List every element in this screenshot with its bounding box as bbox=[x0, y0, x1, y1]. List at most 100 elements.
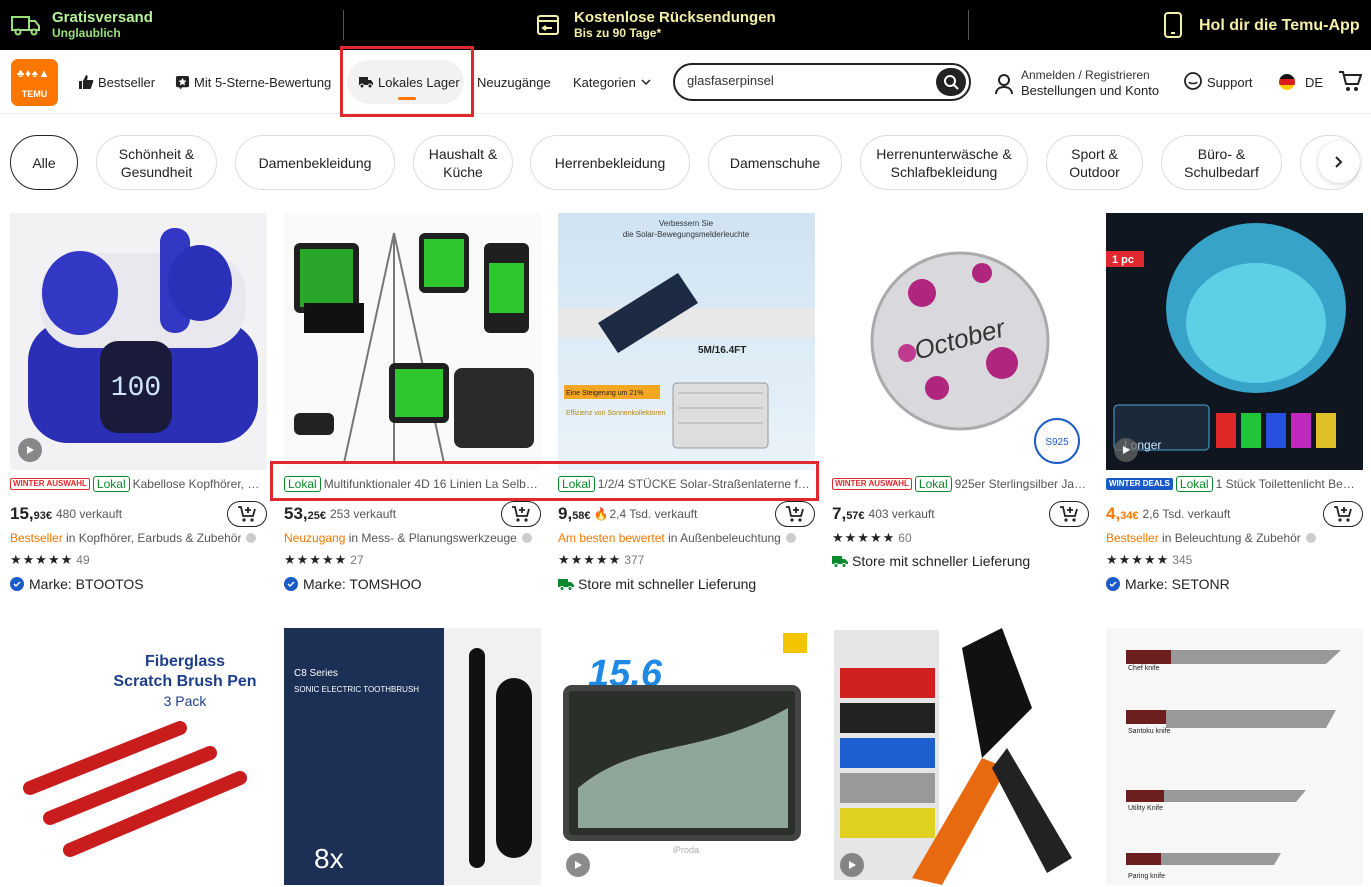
language-selector[interactable]: DE bbox=[1278, 70, 1323, 94]
add-to-cart-button[interactable] bbox=[775, 501, 815, 527]
category-chip-all[interactable]: Alle bbox=[10, 135, 78, 190]
category-chip-beauty[interactable]: Schönheit & Gesundheit bbox=[96, 135, 217, 190]
charm-image: October S925 bbox=[870, 251, 1080, 464]
product-title[interactable]: 1 Stück Toilettenlicht Bewegungsmelder bbox=[1216, 477, 1363, 491]
nav-categories[interactable]: Kategorien bbox=[573, 70, 655, 94]
play-video-icon[interactable] bbox=[566, 853, 590, 877]
get-app-promo[interactable]: Hol dir die Temu-App bbox=[1163, 0, 1360, 50]
free-returns-subtitle: Bis zu 90 Tage* bbox=[574, 26, 662, 40]
category-chip-womens-shoes[interactable]: Damenschuhe bbox=[708, 135, 842, 190]
free-returns-promo[interactable]: Kostenlose Rücksendungen Bis zu 90 Tage* bbox=[536, 0, 776, 50]
chevron-right-icon bbox=[1335, 156, 1343, 168]
brand-row[interactable]: Marke: BTOOTOS bbox=[10, 574, 267, 594]
play-video-icon[interactable] bbox=[840, 853, 864, 877]
search-icon bbox=[944, 75, 959, 90]
product-card[interactable]: 100 WINTER AUSWAHL Lokal Kabellose Kopfh… bbox=[10, 213, 267, 592]
product-title[interactable]: 925er Sterlingsilber Jan-Dez Geburtsmona… bbox=[955, 477, 1089, 491]
ranking-label: Am besten bewertet bbox=[558, 531, 665, 545]
product-image[interactable]: 1 pc Longer bbox=[1106, 213, 1363, 470]
product-card[interactable]: October S925 WINTER AUSWAHL Lokal 925er … bbox=[832, 213, 1089, 569]
add-to-cart-button[interactable] bbox=[1049, 501, 1089, 527]
ranking-category: in Mess- & Planungswerkzeuge bbox=[348, 531, 517, 545]
earbuds-image: 100 bbox=[28, 228, 258, 443]
search-button[interactable] bbox=[936, 68, 966, 96]
fast-delivery-row[interactable]: Store mit schneller Lieferung bbox=[558, 574, 815, 594]
sold-count: 403 verkauft bbox=[868, 507, 935, 521]
free-shipping-title: Gratisversand bbox=[52, 9, 153, 26]
annotation-1: Eine Steigerung um 21% bbox=[566, 390, 643, 397]
category-chip-sport[interactable]: Sport & Outdoor bbox=[1046, 135, 1143, 190]
fast-delivery-row[interactable]: Store mit schneller Lieferung bbox=[832, 551, 1089, 571]
category-chip-office[interactable]: Büro- & Schulbedarf bbox=[1161, 135, 1282, 190]
product-card[interactable]: C8 Series SONIC ELECTRIC TOOTHBRUSH 8x bbox=[284, 628, 541, 887]
search-box bbox=[673, 63, 971, 101]
review-count: 345 bbox=[1172, 553, 1193, 567]
add-to-cart-button[interactable] bbox=[1323, 501, 1363, 527]
account-menu[interactable]: Anmelden / Registrieren Bestellungen und… bbox=[994, 68, 1159, 99]
add-to-cart-button[interactable] bbox=[501, 501, 541, 527]
product-image[interactable]: Verbessern Sie die Solar-Bewegungsmelder… bbox=[558, 213, 815, 470]
free-shipping-subtitle: Unglaublich bbox=[52, 26, 121, 40]
nav-five-star[interactable]: Mit 5-Sterne-Bewertung bbox=[175, 70, 331, 94]
star-badge-icon bbox=[175, 75, 190, 89]
product-title[interactable]: Kabellose Kopfhörer, Kabellose Bluetooth… bbox=[133, 477, 267, 491]
nav-local-warehouse-label: Lokales Lager bbox=[378, 74, 460, 90]
product-title[interactable]: Multifunktionaler 4D 16 Linien La Selbst… bbox=[324, 477, 541, 491]
winter-deals-badge: WINTER DEALS bbox=[1106, 478, 1173, 490]
cart-button[interactable] bbox=[1338, 69, 1366, 93]
price-decimal: 58€ bbox=[572, 510, 591, 522]
product-card[interactable]: Chef knife Santoku knife Utility Knife P… bbox=[1106, 628, 1363, 887]
distance-label: 5M/16.4FT bbox=[698, 345, 746, 356]
product-image[interactable]: Chef knife Santoku knife Utility Knife P… bbox=[1106, 628, 1363, 885]
search-input[interactable] bbox=[687, 73, 917, 88]
svg-text:100: 100 bbox=[111, 373, 161, 404]
nav-local-warehouse[interactable]: Lokales Lager bbox=[358, 70, 460, 94]
delivery-truck-icon bbox=[558, 578, 574, 591]
product-card[interactable]: Verbessern Sie die Solar-Bewegungsmelder… bbox=[558, 213, 815, 592]
product-card[interactable] bbox=[832, 628, 1089, 887]
price: 15,93€ bbox=[10, 504, 52, 524]
info-icon bbox=[785, 533, 796, 543]
add-to-cart-button[interactable] bbox=[227, 501, 267, 527]
temu-logo[interactable]: ♣♦♠▲ TEMU bbox=[11, 59, 58, 106]
nav-bestseller[interactable]: Bestseller bbox=[78, 70, 155, 94]
product-image[interactable]: 15.6 iProda bbox=[558, 628, 815, 885]
product-image[interactable]: October S925 bbox=[832, 213, 1089, 470]
product-image[interactable]: C8 Series SONIC ELECTRIC TOOTHBRUSH 8x bbox=[284, 628, 541, 885]
brand-row[interactable]: Marke: TOMSHOO bbox=[284, 574, 541, 594]
product-image[interactable]: 100 bbox=[10, 213, 267, 470]
free-shipping-promo[interactable]: Gratisversand Unglaublich bbox=[10, 0, 153, 50]
category-chip-mens-underwear[interactable]: Herrenunterwäsche & Schlafbekleidung bbox=[860, 135, 1028, 190]
nav-new-arrivals[interactable]: Neuzugänge bbox=[477, 70, 551, 94]
category-chip-womens-clothing[interactable]: Damenbekleidung bbox=[235, 135, 395, 190]
product-card[interactable]: Lokal Multifunktionaler 4D 16 Linien La … bbox=[284, 213, 541, 592]
product-title[interactable]: 1/2/4 STÜCKE Solar-Straßenlaterne für de… bbox=[598, 477, 815, 491]
ranking-row[interactable]: Bestseller in Beleuchtung & Zubehör bbox=[1106, 529, 1363, 547]
product-card[interactable]: 1 pc Longer WINTER DEALS Lokal 1 Stück T… bbox=[1106, 213, 1363, 592]
category-chip-home-kitchen[interactable]: Haushalt & Küche bbox=[413, 135, 513, 190]
product-title-row: Lokal 1/2/4 STÜCKE Solar-Straßenlaterne … bbox=[558, 475, 815, 493]
rating-row: ★★★★★ 49 bbox=[10, 551, 267, 569]
silver-seal: S925 bbox=[1045, 437, 1069, 448]
product-card[interactable]: Fiberglass Scratch Brush Pen 3 Pack bbox=[10, 628, 267, 887]
fast-delivery-label: Store mit schneller Lieferung bbox=[852, 553, 1031, 569]
active-tab-indicator bbox=[398, 97, 416, 100]
local-badge: Lokal bbox=[284, 476, 321, 492]
product-image[interactable]: Fiberglass Scratch Brush Pen 3 Pack bbox=[10, 628, 267, 885]
ranking-row[interactable]: Am besten bewertet in Außenbeleuchtung bbox=[558, 529, 815, 547]
get-app-label: Hol dir die Temu-App bbox=[1199, 16, 1360, 34]
ranking-row[interactable]: Bestseller in Kopfhörer, Earbuds & Zubeh… bbox=[10, 529, 267, 547]
play-video-icon[interactable] bbox=[18, 438, 42, 462]
support-link[interactable]: Support bbox=[1183, 70, 1253, 94]
ranking-row[interactable]: Neuzugang in Mess- & Planungswerkzeuge bbox=[284, 529, 541, 547]
product-image[interactable] bbox=[284, 213, 541, 470]
price-row: 53,25€ 253 verkauft bbox=[284, 501, 541, 527]
brand-row[interactable]: Marke: SETONR bbox=[1106, 574, 1363, 594]
category-next-button[interactable] bbox=[1318, 141, 1360, 183]
play-video-icon[interactable] bbox=[1114, 438, 1138, 462]
product-image[interactable] bbox=[832, 628, 1089, 885]
review-count: 60 bbox=[898, 531, 912, 545]
promo-bar: Gratisversand Unglaublich Kostenlose Rüc… bbox=[0, 0, 1371, 50]
category-chip-mens-clothing[interactable]: Herrenbekleidung bbox=[530, 135, 690, 190]
product-card[interactable]: 15.6 iProda bbox=[558, 628, 815, 887]
